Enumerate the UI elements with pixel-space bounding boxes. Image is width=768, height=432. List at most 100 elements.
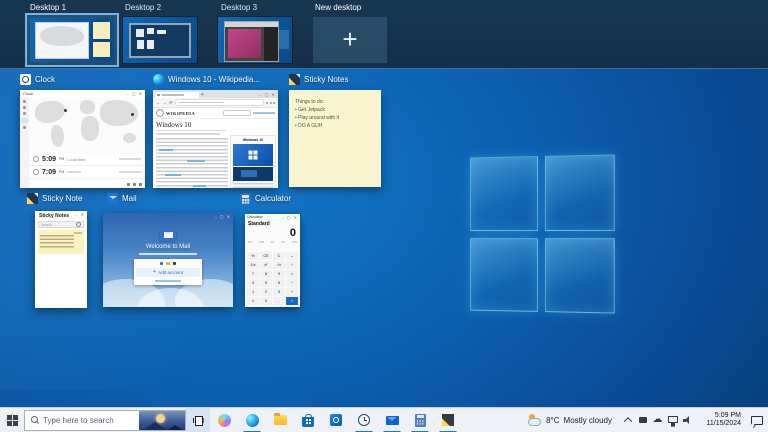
sidebar-icon-active [21,118,28,123]
taskbar-clock[interactable]: 5:09 PM 11/15/2024 [699,412,741,429]
window-thumbnail-calculator[interactable]: Calculator – ▢ ✕ Standard 0 MCMRM+M−MS %… [245,214,300,307]
calculator-key: % [247,252,259,260]
footer-icon [127,183,130,186]
search-icon [76,222,81,227]
taskbar-weather[interactable]: 8°C Mostly cloudy [527,414,612,426]
windows-logo [470,154,615,313]
wikipedia-header: WIKIPEDIA [153,108,278,119]
desktop-1-thumbnail[interactable] [25,13,119,67]
tray-network-button[interactable] [665,408,680,432]
mail-icon [107,193,118,204]
desktop-2-thumbnail[interactable] [123,17,197,63]
taskbar-outlook-button[interactable] [322,408,350,432]
sticky-notes-icon [27,193,38,204]
desktop-1-preview [30,18,114,62]
toolbar-dot [270,102,272,104]
article-text-skeleton [156,138,228,188]
infobox-screenshot-image [233,167,273,181]
sticky-list-window-title: Sticky Note [42,194,82,203]
calculator-memory-row: MCMRM+M−MS [245,240,300,244]
desktop-3-thumbnail[interactable] [218,17,292,63]
taskbar-edge-button[interactable] [238,408,266,432]
calculator-key: x² [260,261,272,269]
tray-overflow-button[interactable] [620,408,635,432]
memory-key: M+ [271,240,275,244]
sticky-note-line: Things to do: [295,98,381,106]
volume-icon [683,416,693,424]
start-button[interactable] [0,408,24,432]
add-account-label: Add account [158,270,183,275]
tray-onedrive-button[interactable]: ☁ [650,408,665,432]
wikipedia-search-skeleton [223,110,251,117]
window-controls: – ▢ ✕ [126,91,143,96]
calculator-icon [415,414,426,427]
sticky-notes-window-header: Sticky Notes [289,74,348,85]
plus-icon: + [153,270,156,276]
action-center-button[interactable] [746,408,768,432]
virtual-desktops-bar: Desktop 1 Desktop 2 Desktop 3 New deskto… [0,0,768,69]
mini-side-panel [264,27,278,61]
world-clock-row: 7:09 PM [29,166,145,179]
taskbar-clock-app-button[interactable] [350,408,378,432]
article-menu-skeleton [156,133,220,135]
window-thumbnail-sticky-list[interactable]: … ✕ Sticky Notes Search... [35,211,87,308]
sticky-note-line: • Get Jetpack [295,106,381,114]
url-skeleton [178,102,224,103]
tray-device-button[interactable] [635,408,650,432]
taskbar-calculator-button[interactable] [406,408,434,432]
mini-editor-window [224,21,279,63]
device-icon [639,417,647,423]
search-placeholder: Search... [41,223,55,227]
tray-volume-button[interactable] [680,408,695,432]
taskbar-mail-button[interactable] [378,408,406,432]
mail-icon [386,416,399,425]
sticky-notes-window-title: Sticky Notes [304,75,348,84]
calculator-key: . [273,297,285,305]
network-icon [668,416,678,423]
sidebar-icon [23,106,26,109]
desktop-3-label: Desktop 3 [221,3,257,12]
sticky-notes-icon [442,414,454,426]
task-view-button[interactable] [186,408,210,432]
sticky-notes-icon [289,74,300,85]
infobox-caption: Windows 10 [233,138,273,142]
calculator-window-title: Calculator [255,194,291,203]
taskbar-search-box[interactable]: Type here to search [24,410,186,431]
calculator-key: 4 [247,279,259,287]
tab-title-skeleton [162,94,184,96]
refresh-icon: ⟳ [169,100,173,106]
calculator-key: 5 [260,279,272,287]
taskbar-date: 11/15/2024 [699,420,741,429]
calculator-key: 7 [247,270,259,278]
calculator-key: 9 [273,270,285,278]
window-controls: – ▢ ✕ [214,214,231,219]
window-thumbnail-wikipedia[interactable]: + – ▢ ✕ ← → ⟳ WIKIPEDIA Windows 10 [153,90,278,188]
taskbar-store-button[interactable] [294,408,322,432]
map-continent [35,101,65,122]
mail-subtext-skeleton [139,253,197,255]
windows-task-view-screen: Desktop 1 Desktop 2 Desktop 3 New deskto… [0,0,768,432]
map-continent [123,133,136,143]
browser-toolbar: ← → ⟳ [153,98,278,108]
window-thumbnail-mail[interactable]: – ▢ ✕ Welcome to Mail + Add account [103,213,233,307]
sidebar-icon [23,100,26,103]
map-continent [81,116,98,141]
world-clock-row: 5:09 PM Local time [29,153,145,166]
window-thumbnail-clock[interactable]: Clock – ▢ ✕ 5:09 PM Local time [20,90,145,188]
taskbar-file-explorer-button[interactable] [266,408,294,432]
window-controls: – ▢ ✕ [259,92,276,97]
calculator-window-header: Calculator [240,193,291,204]
windows-start-icon [7,415,18,426]
taskbar-sticky-notes-button[interactable] [434,408,462,432]
clock-label-skeleton [67,171,81,173]
new-desktop-button[interactable]: + [313,17,387,63]
taskbar-copilot-button[interactable] [210,408,238,432]
mail-link-skeleton [155,280,181,282]
calculator-key: 6 [273,279,285,287]
mail-account-card: + Add account [134,259,202,285]
calculator-key: × [286,270,298,278]
window-thumbnail-sticky-notes[interactable]: Things to do:• Get Jetpack• Play around … [289,90,381,187]
mini-thumb [147,40,153,50]
sticky-note-line: • DO A GUH [295,122,381,130]
mail-envelope-icon [160,229,176,241]
